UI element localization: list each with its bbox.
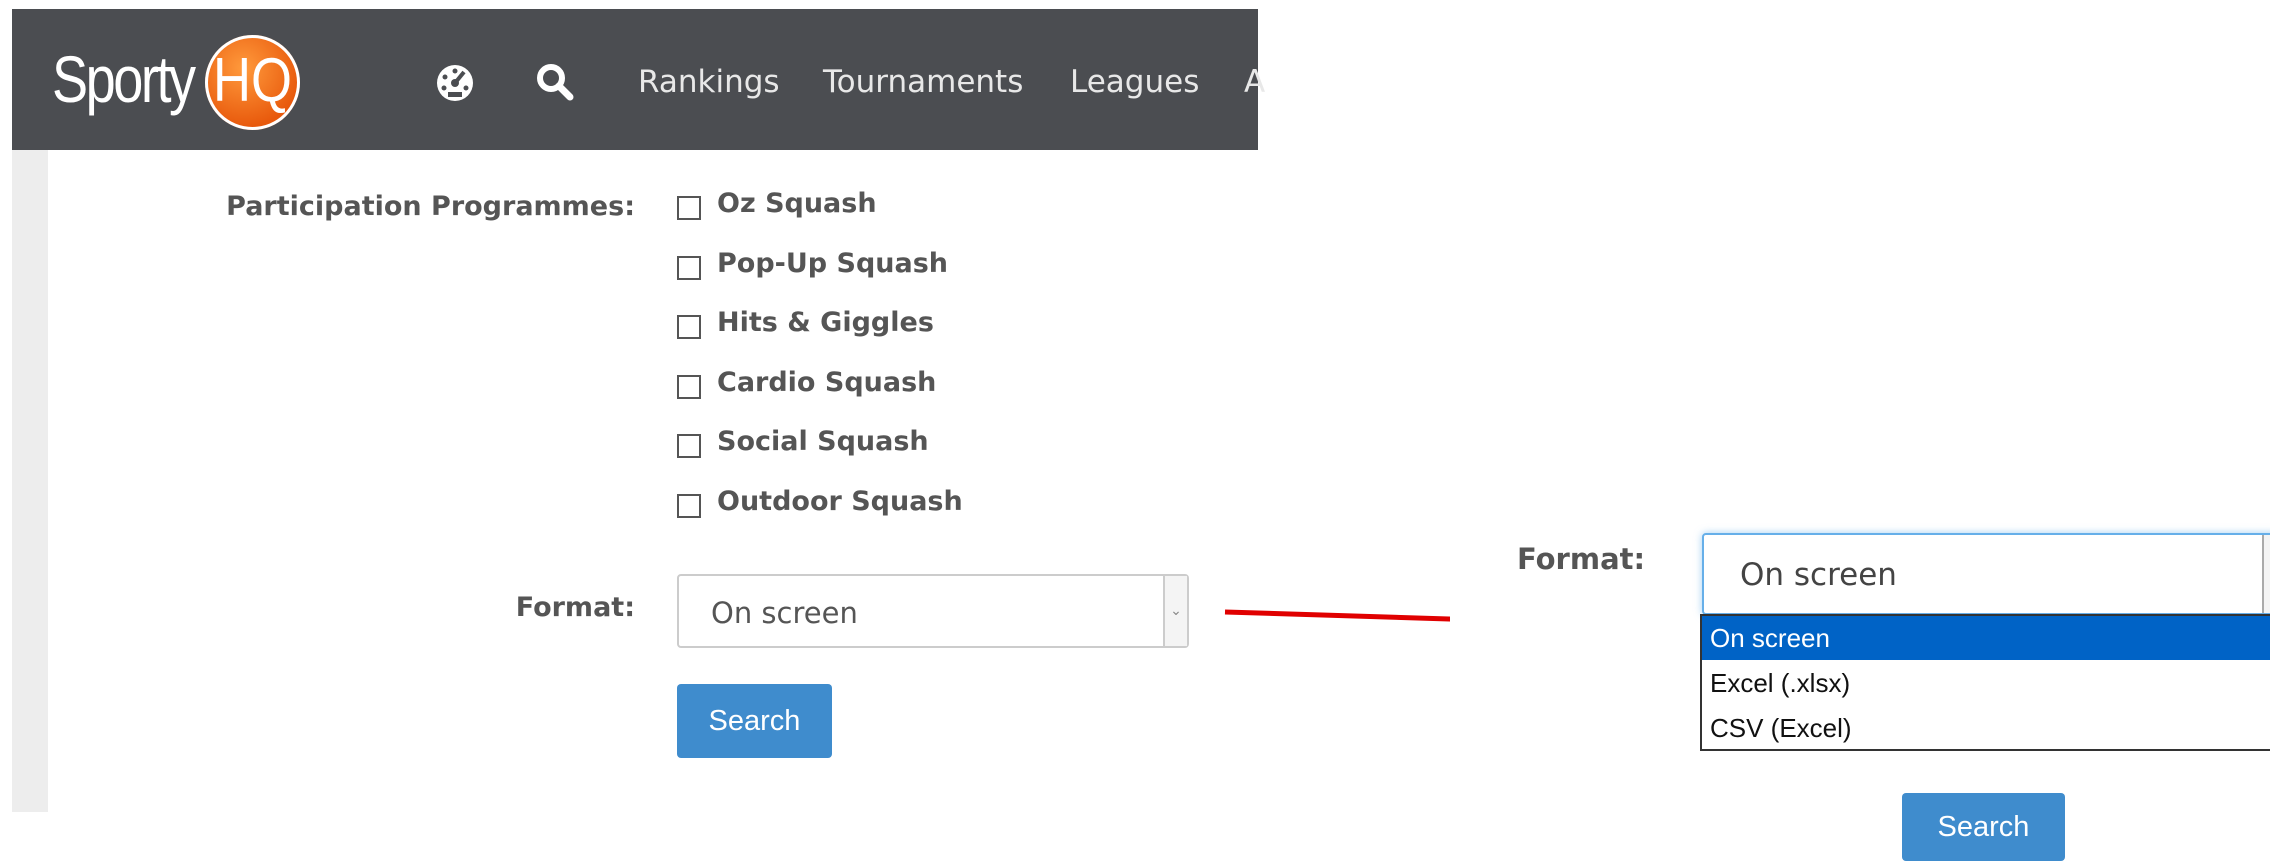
page-gutter <box>12 150 48 812</box>
programme-checkbox[interactable] <box>677 434 701 458</box>
logo-text: Sporty <box>52 42 196 116</box>
chevron-down-icon[interactable]: ⌄ <box>1163 576 1187 646</box>
format-label: Format: <box>1517 542 1646 576</box>
programme-label: Oz Squash <box>717 188 877 219</box>
programme-label: Outdoor Squash <box>717 486 963 517</box>
format-select[interactable]: On screen ⌄ <box>677 574 1189 648</box>
programme-checkbox[interactable] <box>677 196 701 220</box>
dashboard-icon[interactable] <box>434 61 476 103</box>
programme-checkbox[interactable] <box>677 375 701 399</box>
search-icon[interactable] <box>534 61 576 103</box>
programme-label: Cardio Squash <box>717 367 937 398</box>
logo-badge: HQ <box>205 35 300 130</box>
format-select-value: On screen <box>1740 557 1897 593</box>
format-option-on-screen[interactable]: On screen <box>1702 616 2270 660</box>
top-navbar: Sporty HQ Rankings Tournaments Leagues A <box>12 9 1265 150</box>
nav-link-leagues[interactable]: Leagues <box>1070 64 1199 100</box>
programme-checkbox[interactable] <box>677 494 701 518</box>
format-option-csv[interactable]: CSV (Excel) <box>1702 706 2270 750</box>
nav-link-truncated[interactable]: A <box>1244 64 1265 100</box>
format-options-list: On screen Excel (.xlsx) CSV (Excel) <box>1700 614 2270 751</box>
participation-programmes-label: Participation Programmes: <box>226 191 635 222</box>
programme-checkbox[interactable] <box>677 315 701 339</box>
programme-checkbox[interactable] <box>677 256 701 280</box>
format-label: Format: <box>515 592 635 623</box>
format-option-excel[interactable]: Excel (.xlsx) <box>1702 661 2270 705</box>
page-capture: Sporty HQ Rankings Tournaments Leagues A <box>12 9 1265 812</box>
search-button[interactable]: Search <box>677 684 832 758</box>
programme-label: Hits & Giggles <box>717 307 934 338</box>
chevron-down-icon[interactable] <box>2262 535 2270 613</box>
nav-link-rankings[interactable]: Rankings <box>638 64 780 100</box>
format-select-open[interactable]: On screen <box>1702 533 2270 615</box>
format-select-value: On screen <box>711 596 858 630</box>
logo-badge-text: HQ <box>212 46 293 115</box>
search-button[interactable]: Search <box>1902 793 2065 861</box>
programme-label: Social Squash <box>717 426 929 457</box>
programme-label: Pop-Up Squash <box>717 248 949 279</box>
nav-link-tournaments[interactable]: Tournaments <box>823 64 1023 100</box>
form-content: Participation Programmes: Oz Squash Pop-… <box>12 150 1258 812</box>
zoomed-dropdown-capture: Format: On screen On screen Excel (.xlsx… <box>1450 492 2270 861</box>
